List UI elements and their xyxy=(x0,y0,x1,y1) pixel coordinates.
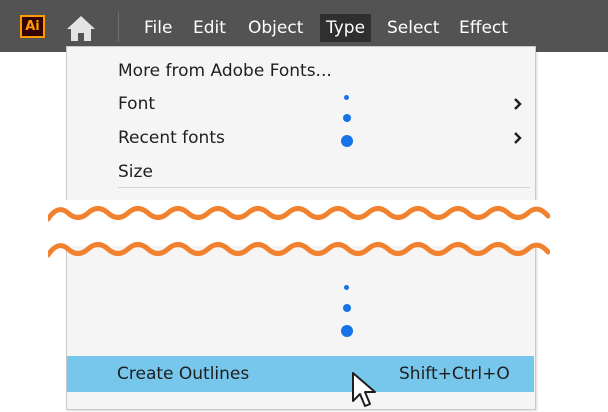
menu-item-size[interactable]: Size xyxy=(118,157,153,187)
ellipsis-dot xyxy=(343,114,351,122)
ellipsis-dot xyxy=(341,325,353,337)
menu-item-more-from-adobe-fonts[interactable]: More from Adobe Fonts... xyxy=(118,56,332,86)
menu-bar: Ai File Edit Object Type Select Effect xyxy=(0,0,608,52)
menu-item-recent-fonts[interactable]: Recent fonts xyxy=(118,123,225,153)
ellipsis-dot xyxy=(344,285,349,290)
menu-item-font[interactable]: Font xyxy=(118,89,155,119)
menu-object[interactable]: Object xyxy=(242,14,309,42)
create-outlines-label: Create Outlines xyxy=(117,364,250,384)
break-wave-top xyxy=(48,206,550,222)
create-outlines-shortcut: Shift+Ctrl+O xyxy=(399,364,510,384)
menu-select[interactable]: Select xyxy=(381,14,445,42)
chevron-right-icon xyxy=(514,132,522,144)
ellipsis-dot xyxy=(343,304,351,312)
break-wave-bottom xyxy=(48,242,550,258)
home-icon[interactable] xyxy=(64,13,98,43)
menubar-divider xyxy=(118,12,119,42)
ellipsis-dot xyxy=(344,95,349,100)
menu-type[interactable]: Type xyxy=(320,14,372,42)
illustrator-logo[interactable]: Ai xyxy=(20,15,45,38)
chevron-right-icon xyxy=(514,98,522,110)
mouse-pointer-icon xyxy=(352,372,376,407)
menu-separator xyxy=(118,187,530,188)
menu-file[interactable]: File xyxy=(138,14,178,42)
menu-effect[interactable]: Effect xyxy=(453,14,514,42)
menu-edit[interactable]: Edit xyxy=(187,14,232,42)
ellipsis-dot xyxy=(341,135,353,147)
